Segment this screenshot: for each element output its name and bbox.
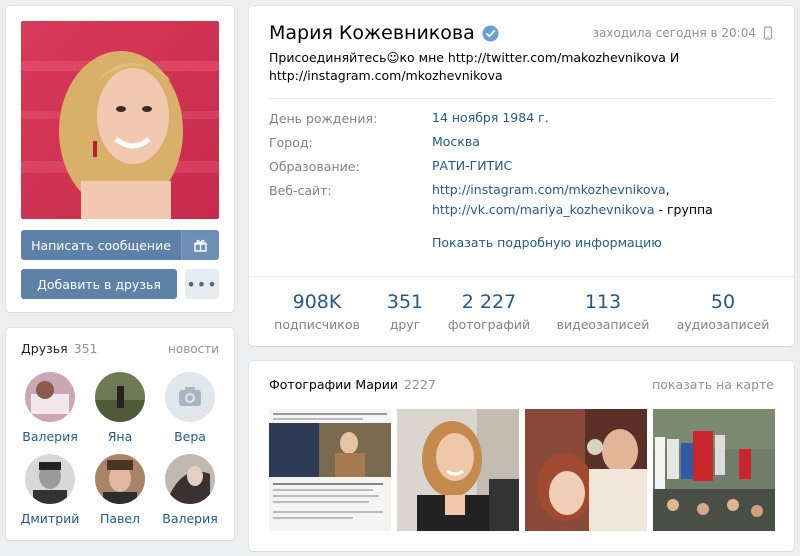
friend-avatar (165, 454, 215, 504)
birthday-label: День рождения: (269, 111, 378, 126)
avatar-card: Написать сообщение Добавить в друзья ••• (6, 6, 234, 312)
city-label: Город: (269, 135, 313, 150)
friend-name: Валерия (162, 511, 218, 526)
stat-photos[interactable]: 2 227 фотографий (439, 291, 539, 332)
website-label: Веб-сайт: (269, 183, 332, 198)
photo-thumbnail[interactable] (525, 409, 647, 531)
stat-label: аудиозаписей (676, 317, 770, 332)
gift-button[interactable] (181, 230, 219, 260)
stat-value: 908K (292, 291, 342, 313)
stat-audio[interactable]: 50 аудиозаписей (673, 291, 773, 332)
website-line-1: http://instagram.com/mkozhevnikova, (432, 180, 670, 200)
friend-avatar (25, 372, 75, 422)
website-link-instagram[interactable]: http://instagram.com/mkozhevnikova (432, 182, 666, 197)
friend-name: Вера (174, 429, 206, 444)
friend-item[interactable]: Павел (85, 454, 155, 526)
profile-info-card: Мария Кожевникова заходила сегодня в 20:… (249, 6, 794, 346)
website-link-vk[interactable]: http://vk.com/mariya_kozhevnikova (432, 202, 654, 217)
education-label: Образование: (269, 159, 360, 174)
friends-count: 351 (73, 341, 98, 356)
friends-header[interactable]: Друзья 351 (21, 341, 98, 356)
friends-title: Друзья (21, 341, 68, 356)
stat-value: 50 (710, 291, 736, 313)
photos-count: 2227 (404, 377, 436, 392)
profile-photo[interactable] (21, 21, 219, 219)
photos-header[interactable]: Фотографии Марии 2227 (269, 377, 436, 392)
birthday-link[interactable]: 14 ноября 1984 г. (432, 108, 549, 128)
friend-name: Яна (107, 429, 133, 444)
divider (269, 98, 774, 99)
stat-value: 113 (584, 291, 622, 313)
stat-value: 2 227 (461, 291, 517, 313)
friend-avatar (95, 372, 145, 422)
education-link[interactable]: РАТИ-ГИТИС (432, 156, 512, 176)
divider (249, 276, 794, 277)
stat-label: фотографий (447, 317, 531, 332)
friends-card: Друзья 351 новости Валерия Яна Вера Дмитр… (6, 328, 234, 540)
friend-avatar (25, 454, 75, 504)
profile-status: Присоединяйтесь☺ко мне http://twitter.co… (269, 50, 680, 83)
last-seen-status: заходила сегодня в 20:04 (593, 26, 774, 40)
stat-followers[interactable]: 908K подписчиков (267, 291, 367, 332)
send-message-button[interactable]: Написать сообщение (21, 230, 181, 260)
friend-name: Валерия (22, 429, 78, 444)
show-more-info-link[interactable]: Показать подробную информацию (432, 235, 662, 250)
friends-news-link[interactable]: новости (168, 342, 219, 356)
gift-icon (194, 239, 207, 252)
friend-item[interactable]: Валерия (155, 454, 225, 526)
friend-name: Дмитрий (20, 511, 80, 526)
stat-videos[interactable]: 113 видеозаписей (553, 291, 653, 332)
friend-item[interactable]: Яна (85, 372, 155, 444)
website-line-2: http://vk.com/mariya_kozhevnikova - груп… (432, 200, 713, 220)
show-on-map-link[interactable]: показать на карте (652, 377, 774, 392)
friend-item[interactable]: Валерия (15, 372, 85, 444)
city-link[interactable]: Москва (432, 132, 480, 152)
friend-item[interactable]: Вера (155, 372, 225, 444)
more-actions-button[interactable]: ••• (185, 269, 219, 299)
profile-name: Мария Кожевникова (269, 22, 475, 44)
photos-card: Фотографии Марии 2227 показать на карте (249, 361, 794, 551)
mobile-icon (763, 26, 773, 40)
photo-thumbnail[interactable] (397, 409, 519, 531)
verified-icon (482, 25, 499, 41)
last-seen-text: заходила сегодня в 20:04 (592, 26, 756, 40)
friend-avatar (95, 454, 145, 504)
friend-item[interactable]: Дмитрий (15, 454, 85, 526)
page-title: Мария Кожевникова (269, 22, 499, 44)
photo-thumbnail[interactable] (653, 409, 775, 531)
stat-label: видеозаписей (556, 317, 650, 332)
add-friend-button[interactable]: Добавить в друзья (21, 269, 177, 299)
photo-thumbnail[interactable] (269, 409, 391, 531)
photos-title: Фотографии Марии (269, 377, 399, 392)
website-note: - группа (654, 202, 713, 217)
website-separator: , (665, 182, 670, 197)
stat-label: подписчиков (274, 317, 360, 332)
friend-avatar-placeholder (165, 372, 215, 422)
friend-name: Павел (99, 511, 141, 526)
camera-icon (179, 387, 201, 406)
